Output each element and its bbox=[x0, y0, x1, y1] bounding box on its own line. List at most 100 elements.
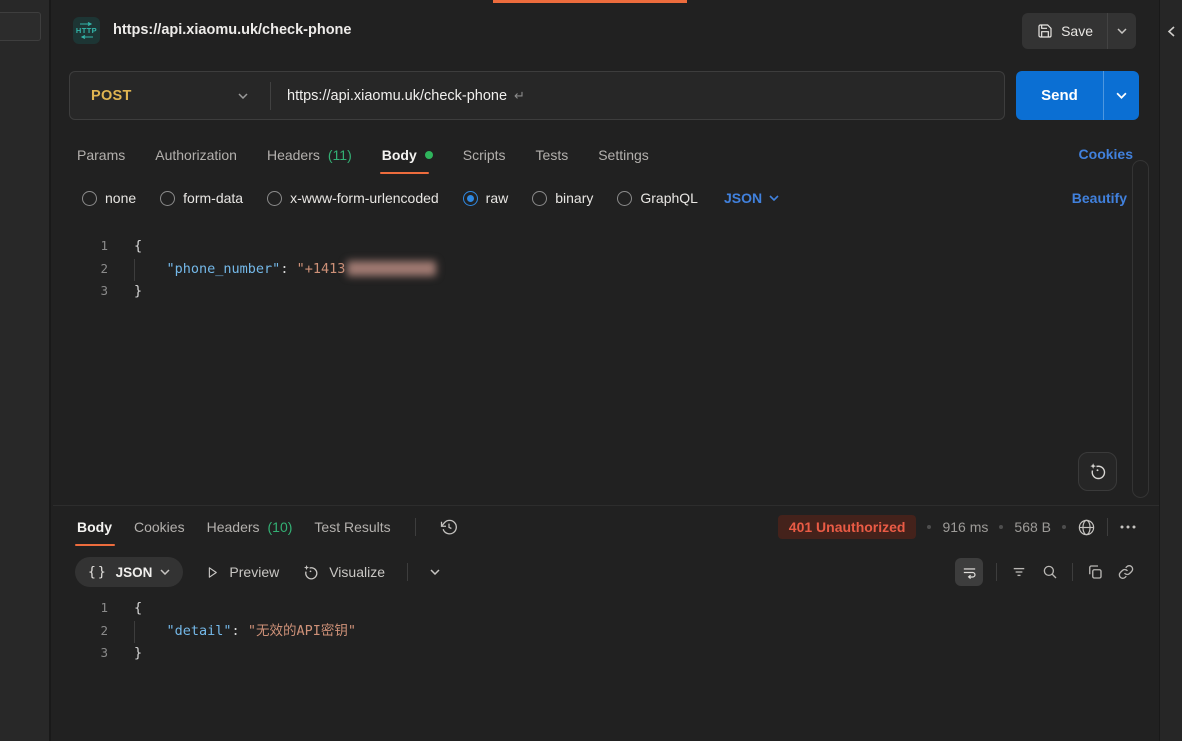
tab-label: Params bbox=[77, 147, 125, 163]
send-options-button[interactable] bbox=[1104, 71, 1139, 120]
code-line: 2 "phone_number": "+1413 bbox=[53, 258, 1159, 281]
collapse-panel-icon[interactable] bbox=[1167, 26, 1176, 37]
code-content: { bbox=[108, 235, 142, 258]
tab-authorization[interactable]: Authorization bbox=[155, 135, 237, 175]
tab-response-body[interactable]: Body bbox=[77, 507, 112, 547]
tab-response-cookies[interactable]: Cookies bbox=[134, 507, 185, 547]
response-body-editor[interactable]: 1{2 "detail": "无效的API密钥"3} bbox=[53, 597, 1159, 687]
tab-count: (11) bbox=[328, 147, 352, 163]
preview-button[interactable]: Preview bbox=[205, 564, 279, 580]
tab-response-headers[interactable]: Headers(10) bbox=[207, 507, 293, 547]
radio-circle-icon bbox=[463, 191, 478, 206]
search-response-button[interactable] bbox=[1041, 563, 1059, 581]
search-icon bbox=[1041, 563, 1059, 581]
code-line: 3} bbox=[53, 280, 1159, 303]
save-button-main[interactable]: Save bbox=[1022, 23, 1107, 39]
radio-graphql[interactable]: GraphQL bbox=[617, 190, 698, 206]
response-time[interactable]: 916 ms bbox=[942, 519, 988, 535]
radio-binary[interactable]: binary bbox=[532, 190, 593, 206]
radio-raw[interactable]: raw bbox=[463, 190, 509, 206]
send-button-label[interactable]: Send bbox=[1016, 87, 1103, 104]
radio-none[interactable]: none bbox=[82, 190, 136, 206]
visualize-options-button[interactable] bbox=[430, 569, 440, 575]
radio-circle-icon bbox=[82, 191, 97, 206]
tab-scripts[interactable]: Scripts bbox=[463, 135, 506, 175]
response-size[interactable]: 568 B bbox=[1014, 519, 1051, 535]
code-token: "无效的API密钥" bbox=[248, 623, 356, 639]
visualize-button[interactable]: Visualize bbox=[301, 563, 385, 582]
response-toolbar: {} JSON Preview Visualize bbox=[75, 554, 440, 590]
code-token: : bbox=[232, 623, 248, 639]
tab-tests[interactable]: Tests bbox=[536, 135, 569, 175]
request-url-bar: POST https://api.xiaomu.uk/check-phone ↵ bbox=[69, 71, 1005, 120]
share-link-button[interactable] bbox=[1117, 563, 1135, 581]
response-more-button[interactable] bbox=[1119, 524, 1137, 530]
beautify-link[interactable]: Beautify bbox=[1072, 190, 1127, 206]
play-icon bbox=[205, 565, 220, 580]
filter-button[interactable] bbox=[1010, 563, 1028, 581]
chevron-down-icon bbox=[160, 569, 170, 575]
method-selector[interactable]: POST bbox=[70, 72, 270, 119]
save-options-button[interactable] bbox=[1108, 13, 1136, 49]
toolbar-separator bbox=[407, 563, 408, 581]
save-button[interactable]: Save bbox=[1022, 13, 1136, 49]
tab-test-results[interactable]: Test Results bbox=[314, 507, 390, 547]
request-title: https://api.xiaomu.uk/check-phone bbox=[113, 22, 351, 38]
language-select[interactable]: JSON bbox=[724, 190, 779, 206]
chevron-down-icon bbox=[769, 195, 779, 201]
language-label: JSON bbox=[724, 190, 762, 206]
code-content: { bbox=[108, 597, 142, 620]
code-token bbox=[134, 623, 167, 639]
request-response-divider[interactable] bbox=[53, 505, 1159, 506]
visualize-sparkle-icon bbox=[301, 563, 320, 582]
arrow-right-icon bbox=[80, 22, 93, 26]
toolbar-separator bbox=[996, 563, 997, 581]
response-toolbar-actions bbox=[955, 554, 1135, 590]
tab-label: Headers bbox=[207, 519, 260, 535]
response-meta: 401 Unauthorized 916 ms 568 B bbox=[778, 507, 1137, 547]
request-body-editor[interactable]: 1{2 "phone_number": "+14133} bbox=[53, 235, 1159, 505]
editor-scrollbar[interactable] bbox=[1132, 160, 1149, 498]
radio-label: form-data bbox=[183, 190, 243, 206]
code-token: "+1413 bbox=[297, 261, 346, 277]
copy-response-button[interactable] bbox=[1086, 563, 1104, 581]
url-text: https://api.xiaomu.uk/check-phone bbox=[287, 88, 507, 104]
code-line: 1{ bbox=[53, 235, 1159, 258]
network-info-button[interactable] bbox=[1077, 518, 1096, 537]
radio-label: GraphQL bbox=[640, 190, 698, 206]
tab-body[interactable]: Body bbox=[382, 135, 433, 175]
status-badge[interactable]: 401 Unauthorized bbox=[778, 515, 917, 539]
workspace-main: HTTP https://api.xiaomu.uk/check-phone S… bbox=[53, 0, 1159, 741]
save-button-label: Save bbox=[1061, 23, 1093, 39]
arrow-left-icon bbox=[80, 35, 93, 39]
active-tab-underline bbox=[380, 172, 429, 174]
braces-icon: {} bbox=[88, 565, 108, 580]
meta-dot bbox=[927, 525, 931, 529]
code-line: 1{ bbox=[53, 597, 1159, 620]
meta-dot bbox=[999, 525, 1003, 529]
sidebar-collapsed-tab[interactable] bbox=[0, 12, 41, 41]
radio-x-www-form-urlencoded[interactable]: x-www-form-urlencoded bbox=[267, 190, 439, 206]
code-content: } bbox=[108, 280, 142, 303]
response-format-select[interactable]: {} JSON bbox=[75, 557, 183, 587]
radio-circle-icon bbox=[160, 191, 175, 206]
postbot-button[interactable] bbox=[1078, 452, 1117, 491]
cookies-link[interactable]: Cookies bbox=[1079, 146, 1133, 162]
format-label: JSON bbox=[116, 565, 153, 580]
tab-settings[interactable]: Settings bbox=[598, 135, 649, 175]
tab-params[interactable]: Params bbox=[77, 135, 125, 175]
radio-form-data[interactable]: form-data bbox=[160, 190, 243, 206]
url-input[interactable]: https://api.xiaomu.uk/check-phone ↵ bbox=[271, 88, 1004, 104]
code-token: "phone_number" bbox=[167, 261, 281, 277]
send-button[interactable]: Send bbox=[1016, 71, 1139, 120]
tab-label: Headers bbox=[267, 147, 320, 163]
tab-headers[interactable]: Headers (11) bbox=[267, 135, 352, 175]
chevron-down-icon bbox=[1116, 92, 1127, 99]
word-wrap-button[interactable] bbox=[955, 558, 983, 586]
response-history-button[interactable] bbox=[440, 518, 458, 536]
line-number: 2 bbox=[53, 620, 108, 643]
code-token: { bbox=[134, 600, 142, 616]
tab-label: Body bbox=[77, 519, 112, 535]
code-content: "phone_number": "+1413 bbox=[108, 258, 436, 281]
meta-separator bbox=[1107, 518, 1108, 536]
